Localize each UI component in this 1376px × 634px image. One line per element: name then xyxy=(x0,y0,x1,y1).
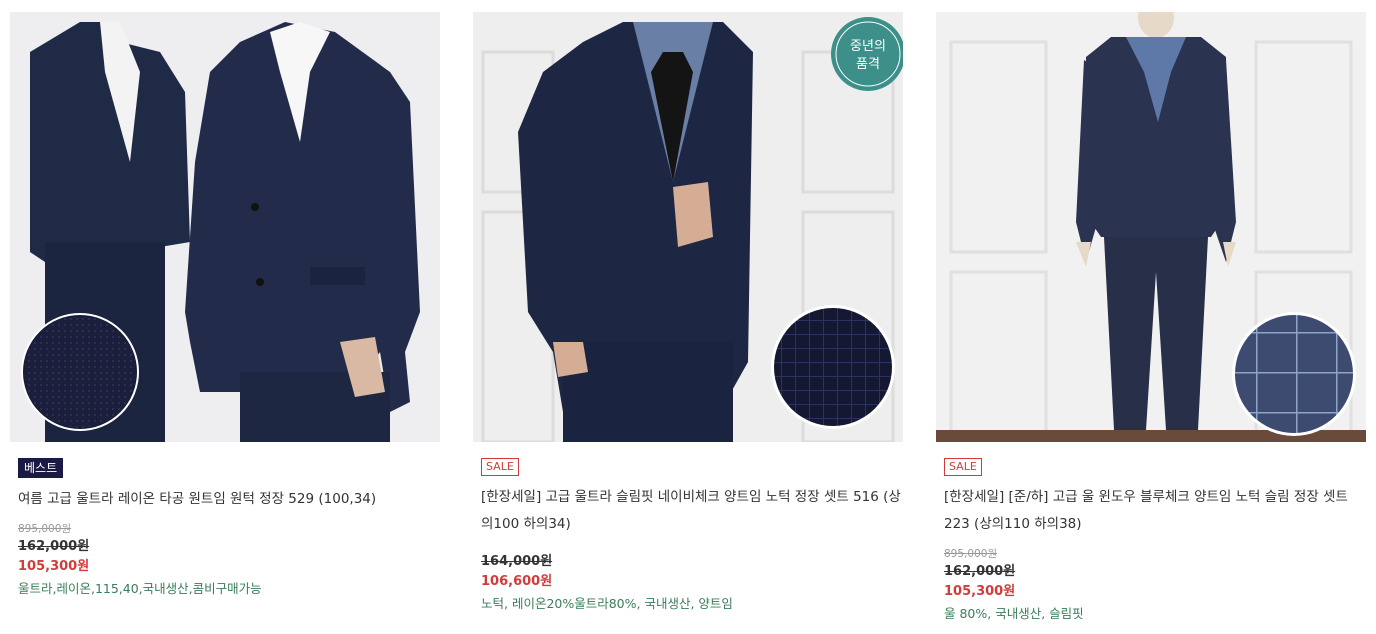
sale-price: 105,300원 xyxy=(18,559,90,574)
product-image[interactable] xyxy=(936,12,1366,442)
brand-logo-text: 중년의 xyxy=(850,39,886,54)
product-tags: 노턱, 레이온20%울트라80%, 국내생산, 양트임 xyxy=(481,596,733,611)
product-tags: 울트라,레이온,115,40,국내생산,콤비구매가능 xyxy=(18,581,262,596)
sale-price: 105,300원 xyxy=(944,584,1016,599)
product-image[interactable] xyxy=(10,12,440,442)
product-tags: 울 80%, 국내생산, 슬림핏 xyxy=(944,606,1084,621)
list-price: 895,000원 xyxy=(18,523,72,535)
product-card[interactable]: 베스트 여름 고급 울트라 레이온 타공 원트임 원턱 정장 529 (100,… xyxy=(10,12,440,600)
product-card[interactable]: SALE [한장세일] [준/하] 고급 울 윈도우 블루체크 양트임 노턱 슬… xyxy=(936,12,1366,625)
product-title[interactable]: [한장세일] [준/하] 고급 울 윈도우 블루체크 양트임 노턱 슬림 정장 … xyxy=(944,484,1364,538)
price-block: 164,000원 106,600원 노턱, 레이온20%울트라80%, 국내생산… xyxy=(481,552,903,615)
best-badge: 베스트 xyxy=(18,458,64,478)
product-card[interactable]: 중년의 품격 SALE [한장세일] 고급 울트라 슬림핏 네이비체크 양트임 … xyxy=(473,12,903,615)
product-title[interactable]: 여름 고급 울트라 레이온 타공 원트임 원턱 정장 529 (100,34) xyxy=(18,486,438,513)
product-photo xyxy=(10,12,440,442)
consumer-price: 162,000원 xyxy=(944,564,1016,579)
product-photo: 중년의 품격 xyxy=(473,12,903,442)
product-photo xyxy=(936,12,1366,442)
consumer-price: 162,000원 xyxy=(18,539,90,554)
sale-badge: SALE xyxy=(944,458,982,476)
consumer-price: 164,000원 xyxy=(481,554,553,569)
list-price: 895,000원 xyxy=(944,548,998,560)
svg-text:품격: 품격 xyxy=(856,57,880,72)
sale-badge: SALE xyxy=(481,458,519,476)
product-grid: 베스트 여름 고급 울트라 레이온 타공 원트임 원턱 정장 529 (100,… xyxy=(0,0,1376,634)
price-block: 895,000원 162,000원 105,300원 울 80%, 국내생산, … xyxy=(944,546,1366,625)
price-block: 895,000원 162,000원 105,300원 울트라,레이온,115,4… xyxy=(18,521,440,600)
sale-price: 106,600원 xyxy=(481,574,553,589)
product-image[interactable]: 중년의 품격 xyxy=(473,12,903,442)
product-title[interactable]: [한장세일] 고급 울트라 슬림핏 네이비체크 양트임 노턱 정장 셋트 516… xyxy=(481,484,901,538)
